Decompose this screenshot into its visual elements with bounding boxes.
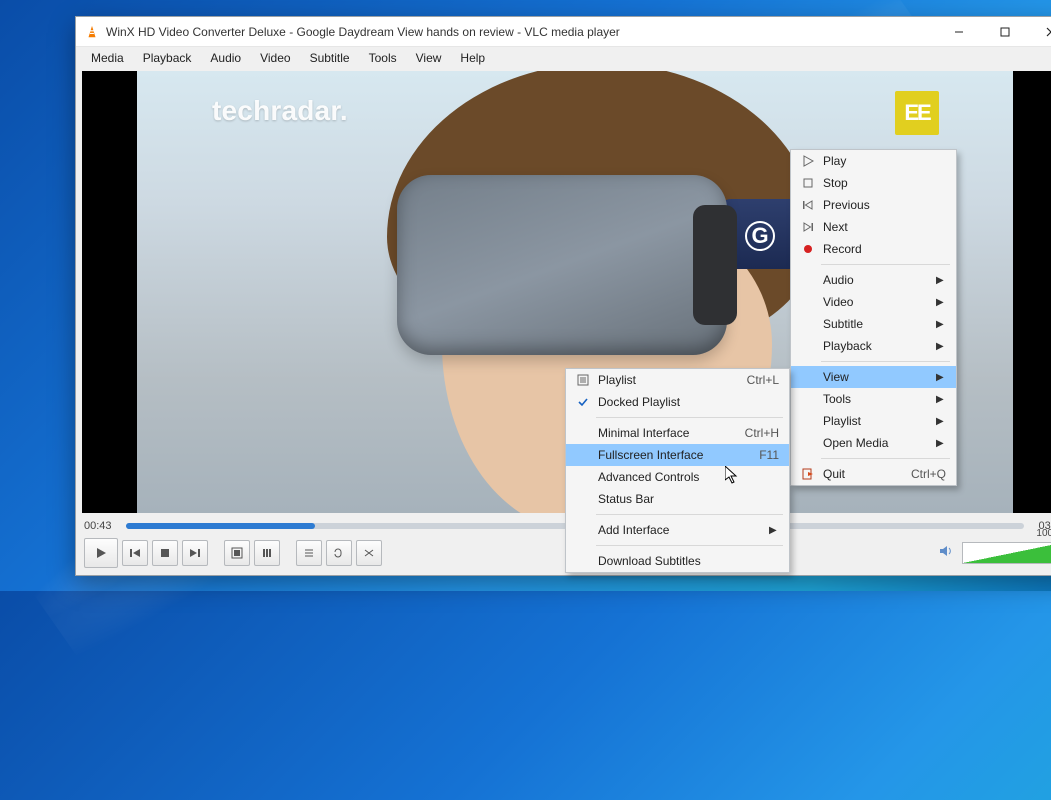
next-track-button[interactable] bbox=[182, 540, 208, 566]
view-add-interface[interactable]: Add Interface▶ bbox=[566, 519, 789, 541]
volume-percent: 100% bbox=[1036, 528, 1051, 539]
menu-playback[interactable]: Playback bbox=[134, 49, 201, 67]
volume-slider[interactable] bbox=[962, 542, 1051, 564]
window-title: WinX HD Video Converter Deluxe - Google … bbox=[104, 25, 936, 39]
ctx-quit[interactable]: QuitCtrl+Q bbox=[791, 463, 956, 485]
submenu-arrow-icon: ▶ bbox=[936, 341, 946, 352]
seek-fill bbox=[126, 523, 315, 529]
playlist-button[interactable] bbox=[296, 540, 322, 566]
ctx-tools[interactable]: Tools▶ bbox=[791, 388, 956, 410]
stop-button[interactable] bbox=[152, 540, 178, 566]
cursor-icon bbox=[725, 466, 741, 491]
loop-button[interactable] bbox=[326, 540, 352, 566]
minimize-button[interactable] bbox=[936, 17, 982, 47]
view-status-bar[interactable]: Status Bar bbox=[566, 488, 789, 510]
view-download-subtitles[interactable]: Download Subtitles bbox=[566, 550, 789, 572]
headset-g-logo: G bbox=[745, 221, 775, 251]
view-advanced-controls[interactable]: Advanced Controls bbox=[566, 466, 789, 488]
menu-tools[interactable]: Tools bbox=[360, 49, 406, 67]
ctx-play[interactable]: Play bbox=[791, 150, 956, 172]
prev-track-button[interactable] bbox=[122, 540, 148, 566]
ctx-stop[interactable]: Stop bbox=[791, 172, 956, 194]
ctx-open-media[interactable]: Open Media▶ bbox=[791, 432, 956, 454]
menu-view[interactable]: View bbox=[407, 49, 451, 67]
menu-video[interactable]: Video bbox=[251, 49, 299, 67]
divider bbox=[596, 514, 783, 515]
timeline: 00:43 03:25 bbox=[76, 517, 1051, 535]
next-outline-icon bbox=[797, 221, 819, 233]
maximize-button[interactable] bbox=[982, 17, 1028, 47]
extended-settings-button[interactable] bbox=[254, 540, 280, 566]
submenu-arrow-icon: ▶ bbox=[936, 416, 946, 427]
submenu-arrow-icon: ▶ bbox=[936, 372, 946, 383]
view-fullscreen-interface[interactable]: Fullscreen InterfaceF11 bbox=[566, 444, 789, 466]
divider bbox=[821, 264, 950, 265]
divider bbox=[596, 417, 783, 418]
quit-icon bbox=[797, 468, 819, 480]
fullscreen-button[interactable] bbox=[224, 540, 250, 566]
divider bbox=[821, 458, 950, 459]
shuffle-button[interactable] bbox=[356, 540, 382, 566]
volume-controls: 100% bbox=[938, 542, 1051, 564]
ctx-playback-sub[interactable]: Playback▶ bbox=[791, 335, 956, 357]
titlebar: WinX HD Video Converter Deluxe - Google … bbox=[76, 17, 1051, 47]
record-icon bbox=[797, 243, 819, 255]
context-menu-view: PlaylistCtrl+L Docked Playlist Minimal I… bbox=[565, 368, 790, 573]
menubar: Media Playback Audio Video Subtitle Tool… bbox=[76, 47, 1051, 69]
divider bbox=[821, 361, 950, 362]
view-minimal-interface[interactable]: Minimal InterfaceCtrl+H bbox=[566, 422, 789, 444]
ctx-playlist[interactable]: Playlist▶ bbox=[791, 410, 956, 432]
app-cone-icon bbox=[80, 25, 104, 39]
techradar-watermark: techradar. bbox=[212, 95, 348, 127]
ctx-view[interactable]: View▶ bbox=[791, 366, 956, 388]
context-menu-main: Play Stop Previous Next Record Audio▶ Vi… bbox=[790, 149, 957, 486]
menu-audio[interactable]: Audio bbox=[201, 49, 250, 67]
submenu-arrow-icon: ▶ bbox=[769, 525, 779, 536]
ee-badge: EE bbox=[895, 91, 939, 135]
play-button[interactable] bbox=[84, 538, 118, 568]
view-docked-playlist[interactable]: Docked Playlist bbox=[566, 391, 789, 413]
ctx-subtitle[interactable]: Subtitle▶ bbox=[791, 313, 956, 335]
play-outline-icon bbox=[797, 155, 819, 167]
submenu-arrow-icon: ▶ bbox=[936, 275, 946, 286]
view-playlist[interactable]: PlaylistCtrl+L bbox=[566, 369, 789, 391]
speaker-icon[interactable] bbox=[938, 543, 954, 564]
check-icon bbox=[572, 396, 594, 408]
ctx-video[interactable]: Video▶ bbox=[791, 291, 956, 313]
ctx-next[interactable]: Next bbox=[791, 216, 956, 238]
ctx-audio[interactable]: Audio▶ bbox=[791, 269, 956, 291]
stop-outline-icon bbox=[797, 177, 819, 189]
playlist-icon bbox=[572, 374, 594, 386]
time-elapsed: 00:43 bbox=[84, 520, 118, 532]
prev-outline-icon bbox=[797, 199, 819, 211]
menu-media[interactable]: Media bbox=[82, 49, 133, 67]
divider bbox=[596, 545, 783, 546]
menu-subtitle[interactable]: Subtitle bbox=[301, 49, 359, 67]
submenu-arrow-icon: ▶ bbox=[936, 438, 946, 449]
submenu-arrow-icon: ▶ bbox=[936, 319, 946, 330]
ctx-previous[interactable]: Previous bbox=[791, 194, 956, 216]
ctx-record[interactable]: Record bbox=[791, 238, 956, 260]
submenu-arrow-icon: ▶ bbox=[936, 297, 946, 308]
controls-bar: 100% bbox=[76, 535, 1051, 575]
close-button[interactable] bbox=[1028, 17, 1051, 47]
submenu-arrow-icon: ▶ bbox=[936, 394, 946, 405]
menu-help[interactable]: Help bbox=[451, 49, 494, 67]
